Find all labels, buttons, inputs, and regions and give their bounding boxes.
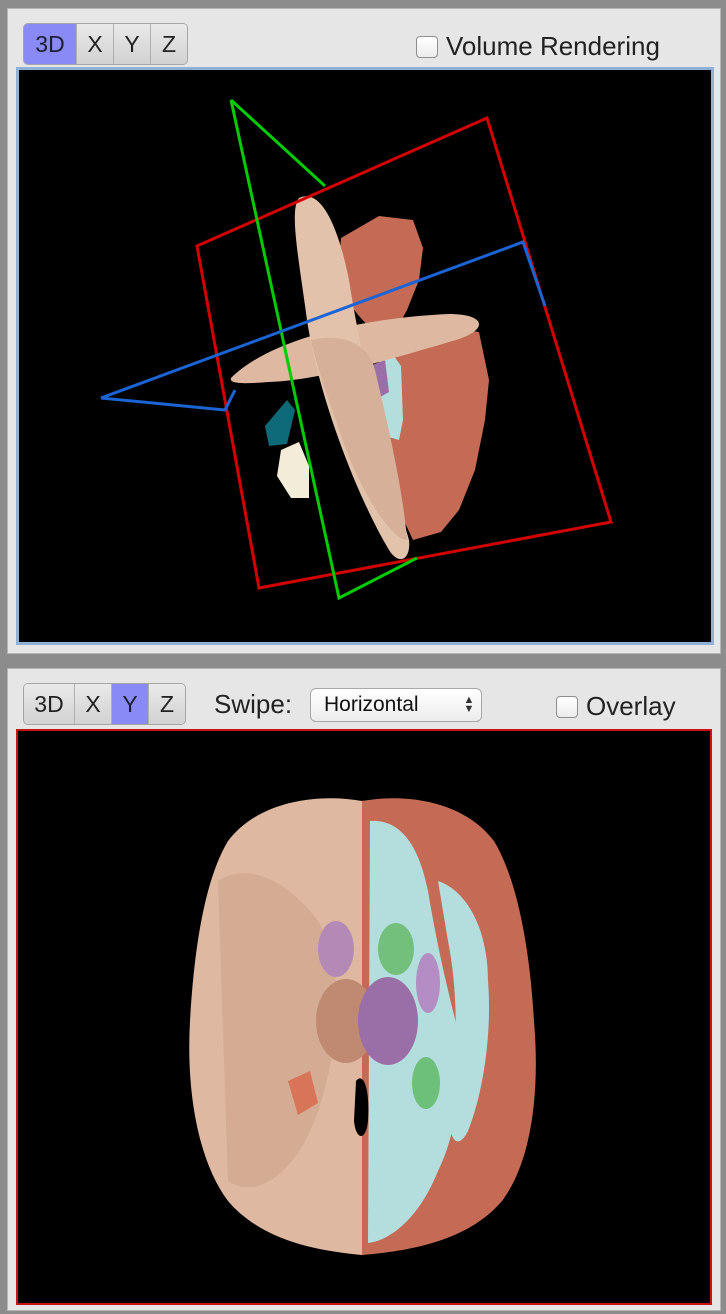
bottom-view-3d-button[interactable]: 3D [24, 684, 75, 724]
white-structure [277, 442, 309, 498]
bottom-view-x-button[interactable]: X [75, 684, 112, 724]
overlay-checkbox[interactable] [556, 695, 578, 718]
overlay-label: Overlay [586, 691, 676, 721]
z-plane-lower-edge [100, 389, 237, 412]
top-view-y-button[interactable]: Y [114, 24, 151, 64]
coronal-slice-right [389, 326, 489, 540]
swipe-label: Swipe: [214, 689, 293, 719]
right-hippocampus [412, 1057, 440, 1109]
top-view-selector: 3D X Y Z [23, 23, 188, 65]
teal-structure [265, 400, 295, 446]
right-thalamus [358, 977, 418, 1065]
right-putamen [416, 953, 440, 1013]
volume-rendering-checkbox[interactable] [416, 35, 438, 58]
bottom-view-panel: 3D X Y Z Swipe: Horizontal ▲ ▼ Overlay [7, 668, 721, 1311]
overlay-toggle[interactable]: Overlay [556, 691, 676, 722]
swipe-select[interactable]: Horizontal ▲ ▼ [310, 688, 482, 722]
3d-render-viewport[interactable] [16, 67, 714, 645]
y-plane-top-edge [229, 98, 327, 188]
top-view-panel: 3D X Y Z Volume Rendering [7, 8, 721, 654]
swipe-selected-value: Horizontal [324, 693, 419, 716]
select-arrows-icon: ▲ ▼ [463, 694, 475, 715]
bottom-view-z-button[interactable]: Z [149, 684, 185, 724]
right-caudate-green [378, 923, 414, 975]
y-slice-viewport[interactable] [16, 729, 712, 1305]
3d-scene [100, 98, 613, 601]
top-view-x-button[interactable]: X [77, 24, 114, 64]
bottom-view-y-button[interactable]: Y [112, 684, 149, 724]
volume-rendering-label: Volume Rendering [446, 31, 660, 61]
volume-rendering-toggle[interactable]: Volume Rendering [416, 31, 660, 62]
bottom-view-selector: 3D X Y Z [23, 683, 186, 725]
bottom-view-toolbar: 3D X Y Z Swipe: Horizontal ▲ ▼ Overlay [8, 669, 720, 727]
left-caudate [318, 921, 354, 977]
axial-slice-image [189, 798, 536, 1255]
top-view-3d-button[interactable]: 3D [24, 24, 77, 64]
top-view-toolbar: 3D X Y Z Volume Rendering [8, 9, 720, 67]
top-view-z-button[interactable]: Z [151, 24, 187, 64]
